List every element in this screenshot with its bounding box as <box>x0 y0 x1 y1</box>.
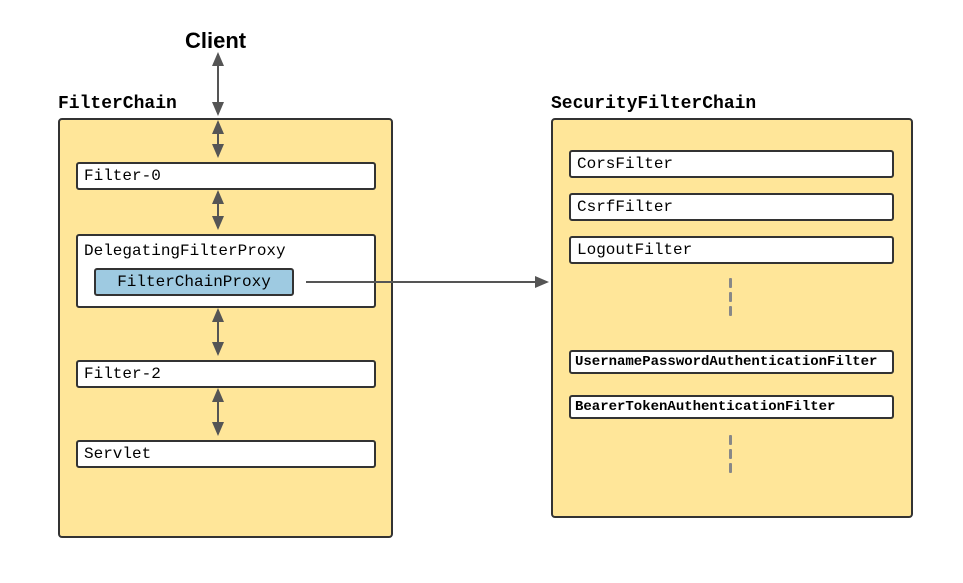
client-label: Client <box>185 28 246 54</box>
servlet-box: Servlet <box>76 440 376 468</box>
bearer-token-auth-filter-box: BearerTokenAuthenticationFilter <box>569 395 894 419</box>
delegating-filter-proxy-box: DelegatingFilterProxy FilterChainProxy <box>76 234 376 308</box>
securityfilterchain-title: SecurityFilterChain <box>551 94 756 114</box>
delegating-filter-proxy-label: DelegatingFilterProxy <box>84 242 368 260</box>
username-password-auth-filter-box: UsernamePasswordAuthenticationFilter <box>569 350 894 374</box>
filterchain-title: FilterChain <box>58 94 177 114</box>
filter-0-box: Filter-0 <box>76 162 376 190</box>
ellipsis-icon <box>729 435 732 473</box>
csrf-filter-box: CsrfFilter <box>569 193 894 221</box>
filter-chain-proxy-box: FilterChainProxy <box>94 268 294 296</box>
filter-2-box: Filter-2 <box>76 360 376 388</box>
cors-filter-box: CorsFilter <box>569 150 894 178</box>
ellipsis-icon <box>729 278 732 316</box>
securityfilterchain-container: CorsFilter CsrfFilter LogoutFilter Usern… <box>551 118 913 518</box>
logout-filter-box: LogoutFilter <box>569 236 894 264</box>
filterchain-container: Filter-0 DelegatingFilterProxy FilterCha… <box>58 118 393 538</box>
